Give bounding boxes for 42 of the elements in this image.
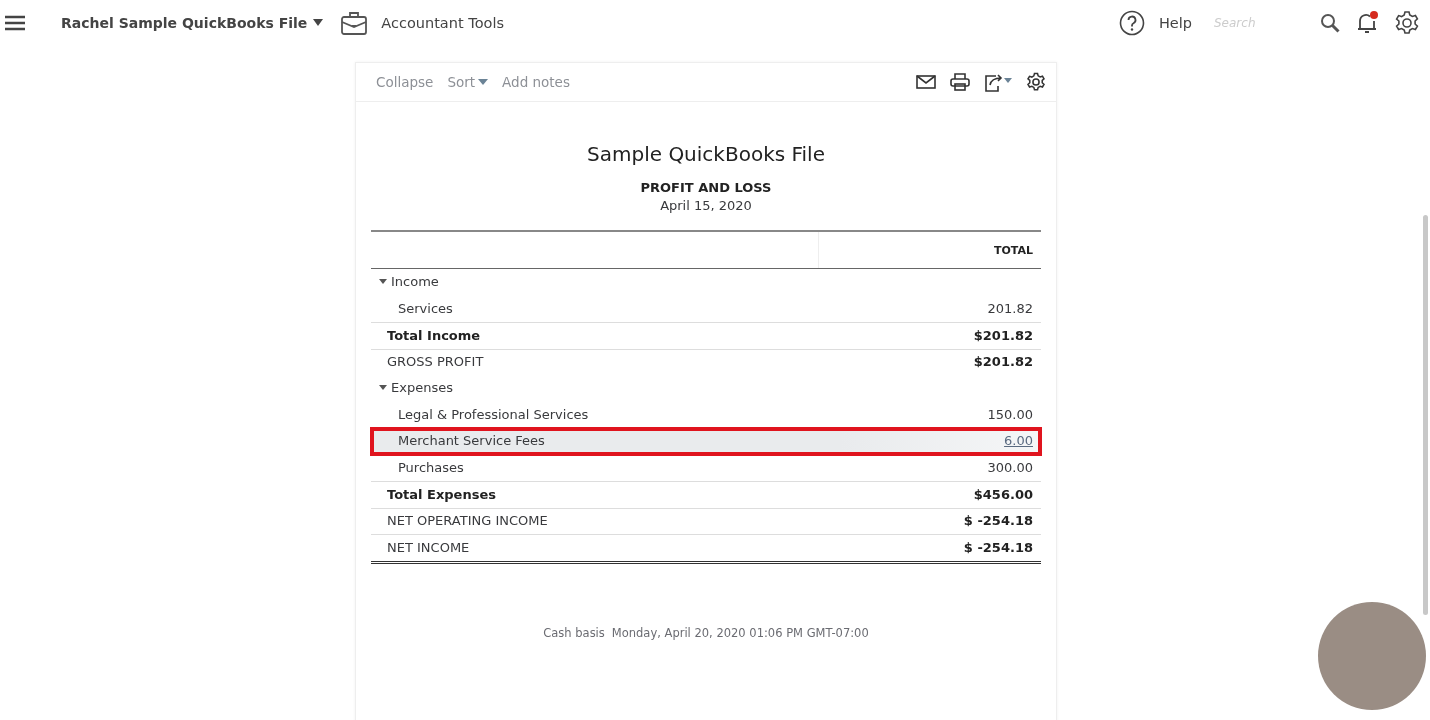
email-icon[interactable] [916,75,936,89]
amount-link[interactable]: 201.82 [987,300,1033,316]
briefcase-icon [341,10,368,35]
amount-link[interactable]: $201.82 [973,327,1033,343]
caret-icon [478,79,489,85]
amount-link[interactable]: 300.00 [987,459,1033,475]
amount-link[interactable]: $456.00 [973,486,1033,502]
timestamp-text: Monday, April 20, 2020 01:06 PM GMT-07:00 [611,625,869,640]
help-link[interactable]: Help [1158,14,1192,31]
menu-icon[interactable] [5,14,25,31]
row-label: NET INCOME [387,539,470,555]
report-date: April 15, 2020 [659,198,753,213]
print-icon[interactable] [950,73,970,91]
accountant-tools-link[interactable]: Accountant Tools [381,14,504,31]
company-name: Sample QuickBooks File [586,142,826,166]
amount-link[interactable]: $ -254.18 [963,539,1033,555]
section-toggle[interactable]: Expenses [379,380,453,396]
export-icon[interactable] [984,72,1012,92]
search-icon[interactable] [1320,12,1340,33]
company-dropdown[interactable]: Rachel Sample QuickBooks File [61,14,324,31]
row-label: Purchases [398,459,464,475]
help-icon[interactable] [1118,9,1145,36]
column-header: TOTAL [993,243,1033,257]
row-label: Total Expenses [387,486,496,502]
caret-icon [313,19,324,26]
row-label: Total Income [387,327,481,343]
amount-link[interactable]: 150.00 [987,406,1033,422]
row-label: Legal & Professional Services [398,406,589,422]
row-label: NET OPERATING INCOME [387,513,548,529]
caret-icon [379,279,387,285]
caret-icon [379,385,387,391]
basis-text: Cash basis [543,625,605,640]
row-label: Merchant Service Fees [398,433,545,449]
report-title: PROFIT AND LOSS [639,180,773,195]
amount-link[interactable]: $ -254.18 [963,513,1033,529]
settings-icon[interactable] [1026,72,1046,92]
amount-link[interactable]: 6.00 [1004,433,1033,449]
amount-link[interactable]: $201.82 [973,354,1033,370]
settings-icon[interactable] [1394,9,1420,36]
section-toggle[interactable]: Income [379,274,439,290]
row-label: GROSS PROFIT [387,354,484,370]
row-label: Services [398,300,453,316]
